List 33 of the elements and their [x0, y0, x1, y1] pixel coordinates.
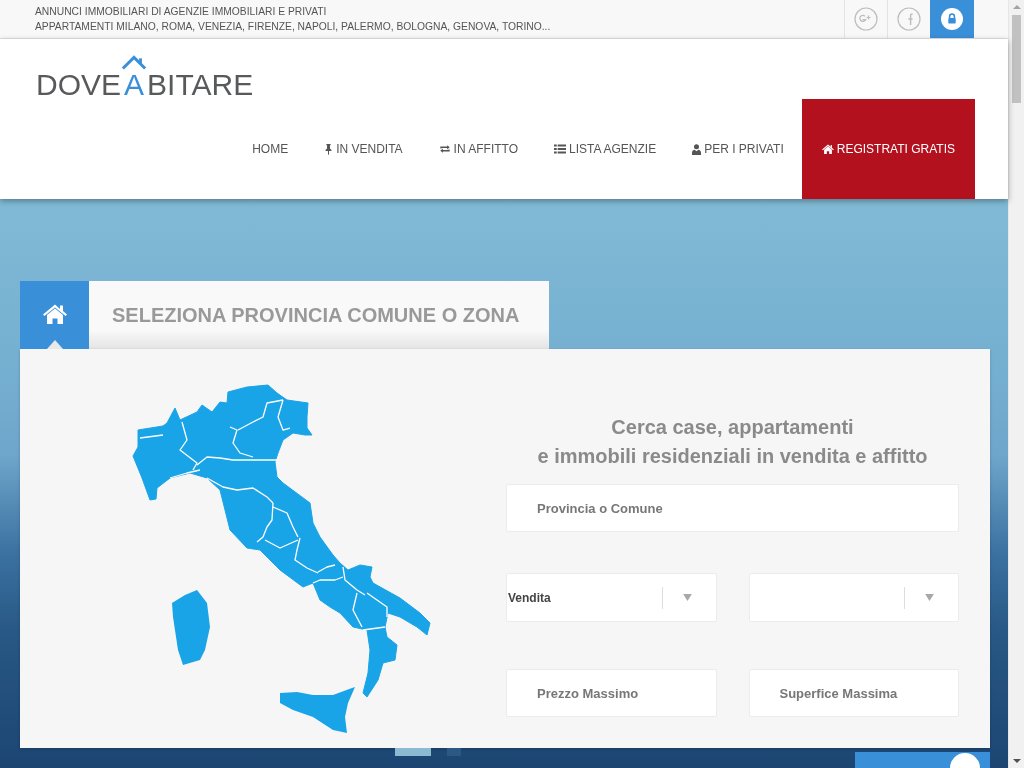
- slide-indicator[interactable]: [447, 748, 461, 756]
- caret-icon: [682, 594, 692, 601]
- user-icon: [692, 143, 702, 155]
- tagline-text: APPARTAMENTI MILANO, ROMA, VENEZIA, FIRENZE, NAPOLI, PALERMO, BOLOGNA, GENOVA, TORINO...: [35, 20, 551, 34]
- input-field[interactable]: Provincia o Comune: [506, 484, 959, 532]
- home-icon: [821, 144, 834, 154]
- tagline-text: ANNUNCI IMMOBILIARI DI AGENZIE IMMOBILIARI E PRIVATI: [35, 5, 328, 19]
- pin-icon: [324, 143, 334, 155]
- nav-link[interactable]: IN VENDITA: [306, 99, 421, 199]
- repeat-arrows-icon: [438, 144, 451, 154]
- nav-link[interactable]: REGISTRATI GRATIS: [801, 99, 975, 199]
- slide-indicator[interactable]: [395, 748, 431, 756]
- input-field[interactable]: Prezzo Massimo: [506, 669, 717, 717]
- list-icon: [554, 144, 567, 154]
- scrollbar[interactable]: [1008, 0, 1024, 768]
- home-tab[interactable]: [20, 281, 89, 349]
- nav-link[interactable]: HOME: [234, 99, 307, 199]
- lock-icon: [940, 7, 964, 31]
- search-heading: Cerca case, appartamenti e immobili residenziali in vendita e affitto: [536, 415, 929, 469]
- section-title: SELEZIONA PROVINCIA COMUNE O ZONA: [89, 281, 549, 349]
- nav-link[interactable]: IN AFFITTO: [420, 99, 537, 199]
- tab-pointer-icon: [47, 340, 63, 349]
- login-button[interactable]: [930, 0, 974, 38]
- google-plus-icon: [854, 7, 878, 31]
- home-icon: [42, 304, 67, 324]
- nav-link[interactable]: PER I PRIVATI: [674, 99, 802, 199]
- caret-icon: [925, 594, 934, 601]
- dropdown-field[interactable]: [748, 573, 959, 622]
- nav-link[interactable]: LISTA AGENZIE: [536, 99, 675, 199]
- site-logo[interactable]: DOVEABITARE: [36, 56, 254, 100]
- facebook-icon: [897, 7, 921, 31]
- input-field[interactable]: Superfice Massima: [748, 669, 959, 717]
- dropdown-field[interactable]: Vendita: [506, 573, 717, 622]
